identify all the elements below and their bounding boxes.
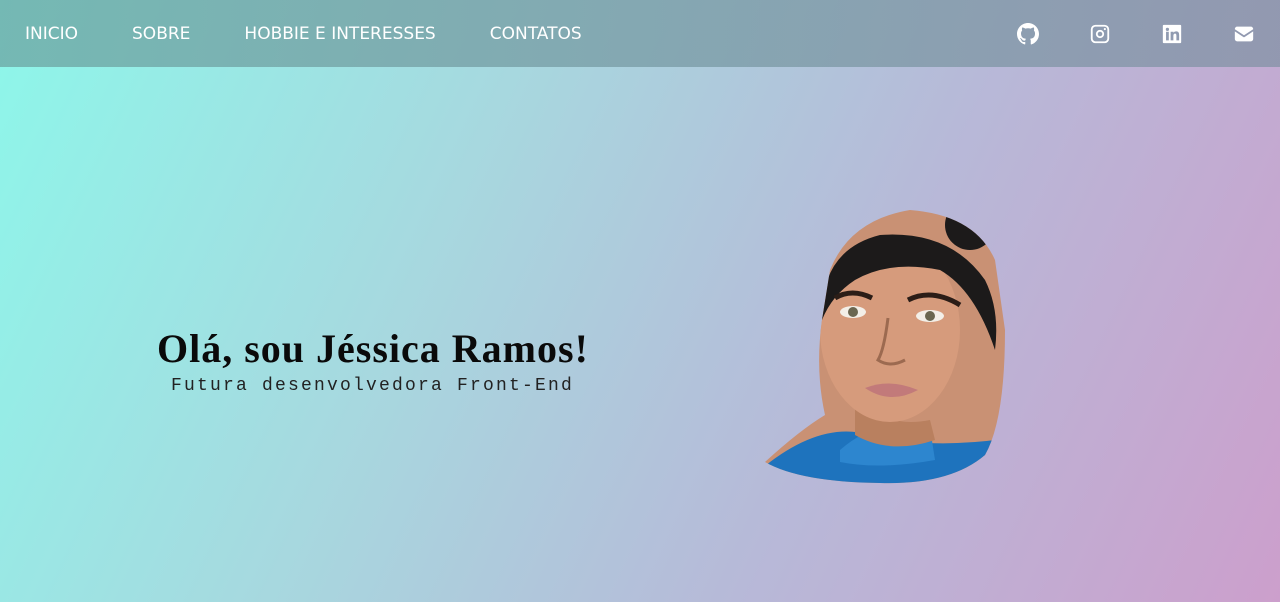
social-links <box>968 0 1280 67</box>
nav-link-hobbies[interactable]: HOBBIE E INTERESSES <box>244 24 435 44</box>
github-icon[interactable] <box>1016 22 1040 46</box>
nav-links: INICIO SOBRE HOBBIE E INTERESSES CONTATO… <box>0 0 611 67</box>
hero-title: Olá, sou Jéssica Ramos! <box>157 326 589 371</box>
linkedin-icon[interactable] <box>1160 22 1184 46</box>
nav-link-sobre[interactable]: SOBRE <box>132 24 190 44</box>
instagram-icon[interactable] <box>1088 22 1112 46</box>
email-icon[interactable] <box>1232 22 1256 46</box>
navbar: INICIO SOBRE HOBBIE E INTERESSES CONTATO… <box>0 0 1280 67</box>
nav-link-contatos[interactable]: CONTATOS <box>490 24 582 44</box>
nav-link-inicio[interactable]: INICIO <box>25 24 78 44</box>
profile-photo <box>760 200 1010 490</box>
hero-subtitle: Futura desenvolvedora Front-End <box>171 376 575 396</box>
hero-text: Olá, sou Jéssica Ramos! Futura desenvolv… <box>157 325 617 396</box>
